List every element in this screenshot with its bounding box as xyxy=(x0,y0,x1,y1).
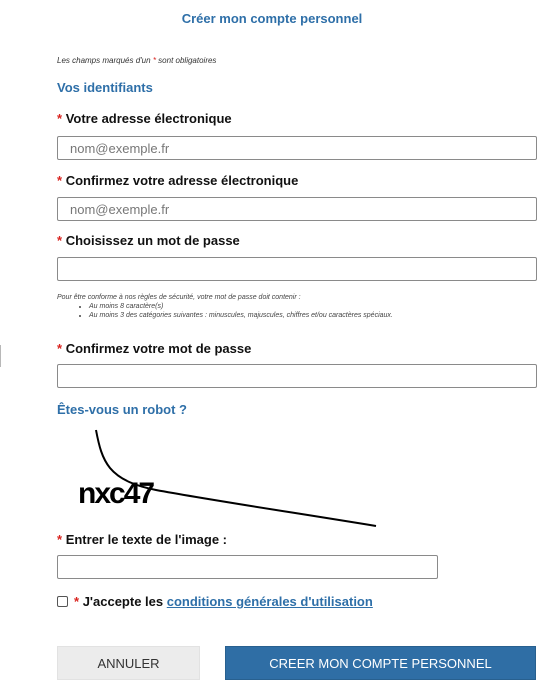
password-input[interactable] xyxy=(57,257,537,281)
required-star: * xyxy=(57,341,63,356)
captcha-image: nxc47 xyxy=(78,429,377,527)
terms-link[interactable]: conditions générales d'utilisation xyxy=(167,594,373,609)
email-input[interactable] xyxy=(57,136,537,160)
password-rule-item: Au moins 3 des catégories suivantes : mi… xyxy=(89,311,393,320)
terms-prefix: J'accepte les xyxy=(82,594,164,609)
captcha-input[interactable] xyxy=(57,555,438,579)
required-note-prefix: Les champs marqués d'un xyxy=(57,56,151,65)
terms-checkbox[interactable] xyxy=(57,596,68,607)
page-title: Créer mon compte personnel xyxy=(181,11,363,26)
required-note-suffix: sont obligatoires xyxy=(158,56,217,65)
password-label: * Choisissez un mot de passe xyxy=(57,233,240,248)
required-star: * xyxy=(57,111,63,126)
captcha-text: nxc47 xyxy=(78,477,154,510)
required-star: * xyxy=(57,173,63,188)
confirm-email-label-text: Confirmez votre adresse électronique xyxy=(65,173,299,188)
password-rules-list: Au moins 8 caractère(s) Au moins 3 des c… xyxy=(57,302,393,320)
captcha-input-label-text: Entrer le texte de l'image : xyxy=(65,532,228,547)
credentials-section-title: Vos identifiants xyxy=(57,80,153,95)
confirm-password-label-text: Confirmez votre mot de passe xyxy=(65,341,252,356)
required-star: * xyxy=(57,233,63,248)
password-rules: Pour être conforme à nos règles de sécur… xyxy=(57,293,393,320)
captcha-input-label: * Entrer le texte de l'image : xyxy=(57,532,227,547)
password-rules-intro: Pour être conforme à nos règles de sécur… xyxy=(57,294,301,301)
create-account-button[interactable]: CREER MON COMPTE PERSONNEL xyxy=(225,646,536,680)
left-edge-marker xyxy=(0,345,1,367)
required-star: * xyxy=(74,594,80,609)
required-star: * xyxy=(152,56,156,65)
robot-section-title: Êtes-vous un robot ? xyxy=(57,402,187,417)
password-label-text: Choisissez un mot de passe xyxy=(65,233,240,248)
confirm-email-label: * Confirmez votre adresse électronique xyxy=(57,173,298,188)
email-label: * Votre adresse électronique xyxy=(57,111,232,126)
email-label-text: Votre adresse électronique xyxy=(65,111,232,126)
terms-label: * J'accepte les conditions générales d'u… xyxy=(74,594,373,609)
confirm-email-input[interactable] xyxy=(57,197,537,221)
cancel-button[interactable]: ANNULER xyxy=(57,646,200,680)
required-star: * xyxy=(57,532,63,547)
password-rule-item: Au moins 8 caractère(s) xyxy=(89,302,393,311)
confirm-password-input[interactable] xyxy=(57,364,537,388)
confirm-password-label: * Confirmez votre mot de passe xyxy=(57,341,251,356)
required-fields-note: Les champs marqués d'un * sont obligatoi… xyxy=(57,56,216,65)
